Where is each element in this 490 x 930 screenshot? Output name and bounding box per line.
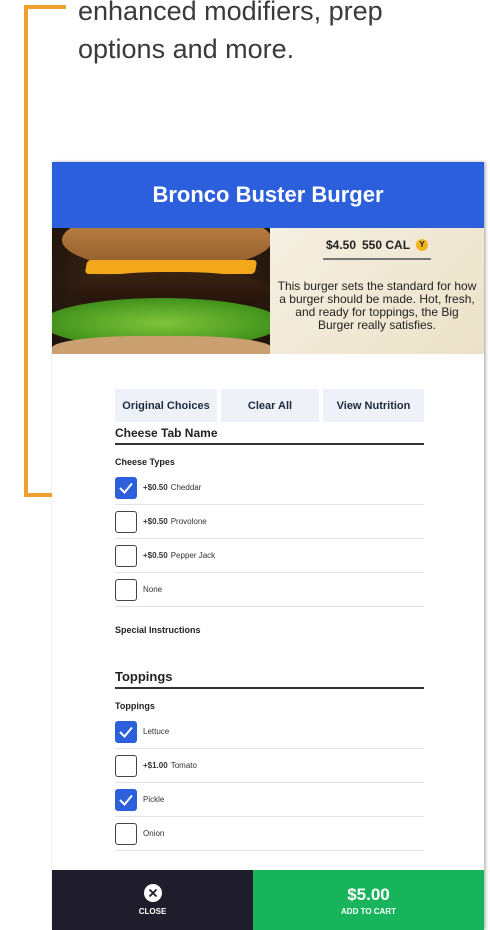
item-info: $4.50 550 CAL Y This burger sets the sta… [270, 228, 484, 354]
special-instructions-label[interactable]: Special Instructions [115, 625, 424, 635]
option-name: Tomato [170, 761, 197, 770]
option-price: +$0.50 [143, 517, 168, 526]
option-price: +$1.00 [143, 761, 168, 770]
option-name: None [143, 585, 163, 594]
add-to-cart-label: ADD TO CART [341, 906, 396, 916]
option-row-tomato[interactable]: +$1.00 Tomato [115, 749, 424, 783]
pepper-jack-checkbox[interactable] [115, 544, 137, 567]
toppings-group-label: Toppings [115, 701, 155, 711]
option-name: Pepper Jack [170, 551, 216, 560]
original-choices-button[interactable]: Original Choices [115, 389, 217, 422]
item-calories: 550 CAL [362, 238, 411, 252]
toppings-section-title: Toppings [115, 669, 424, 689]
item-description: This burger sets the standard for how a … [277, 279, 477, 332]
option-name: Lettuce [143, 727, 170, 736]
checkmark-icon [119, 482, 133, 494]
bottom-bar: CLOSE $5.00 ADD TO CART [52, 870, 484, 930]
onion-checkbox[interactable] [115, 822, 137, 845]
action-row: Original Choices Clear All View Nutritio… [115, 389, 424, 422]
marketing-caption: enhanced modifiers, prep options and mor… [78, 0, 478, 68]
cart-total: $5.00 [347, 884, 390, 904]
option-row-lettuce[interactable]: Lettuce [115, 715, 424, 749]
option-name: Provolone [170, 517, 207, 526]
option-name: Onion [143, 829, 165, 838]
option-name: Cheddar [170, 483, 202, 492]
callout-bracket-line [24, 5, 28, 497]
diet-badge-icon: Y [416, 239, 429, 251]
option-row-none[interactable]: None [115, 573, 424, 607]
close-label: CLOSE [138, 907, 167, 916]
burger-photo [52, 228, 270, 354]
cheese-section-title: Cheese Tab Name [115, 426, 424, 445]
add-to-cart-button[interactable]: $5.00 ADD TO CART [253, 870, 484, 930]
item-title: Bronco Buster Burger [152, 182, 384, 207]
clear-all-button[interactable]: Clear All [221, 389, 319, 422]
callout-bracket-top [24, 5, 66, 9]
option-row-cheddar[interactable]: +$0.50 Cheddar [115, 471, 424, 505]
caption-line-1: enhanced modifiers, prep [78, 0, 383, 26]
checkmark-icon [119, 794, 133, 806]
item-hero: $4.50 550 CAL Y This burger sets the sta… [52, 228, 484, 354]
option-row-onion[interactable]: Onion [115, 817, 424, 851]
cheddar-checkbox[interactable] [115, 476, 137, 499]
modifier-content: Original Choices Clear All View Nutritio… [52, 389, 484, 851]
option-row-pepper-jack[interactable]: +$0.50 Pepper Jack [115, 539, 424, 573]
price-calorie-row: $4.50 550 CAL Y [323, 238, 431, 260]
cheese-group-label: Cheese Types [115, 457, 175, 467]
provolone-checkbox[interactable] [115, 510, 137, 533]
checkmark-icon [119, 726, 133, 738]
tomato-checkbox[interactable] [115, 754, 137, 777]
option-row-provolone[interactable]: +$0.50 Provolone [115, 505, 424, 539]
lettuce-checkbox[interactable] [115, 720, 137, 743]
option-row-pickle[interactable]: Pickle [115, 783, 424, 817]
view-nutrition-button[interactable]: View Nutrition [323, 389, 424, 422]
item-price: $4.50 [325, 238, 356, 252]
kiosk-screen: Bronco Buster Burger $4.50 550 CAL Y Thi… [52, 162, 484, 930]
option-price: +$0.50 [143, 483, 168, 492]
pickle-checkbox[interactable] [115, 788, 137, 811]
item-title-bar: Bronco Buster Burger [52, 162, 484, 228]
option-price: +$0.50 [143, 551, 168, 560]
close-button[interactable]: CLOSE [52, 870, 253, 930]
close-icon [143, 884, 162, 902]
caption-line-2: options and more. [78, 34, 295, 64]
none-checkbox[interactable] [115, 578, 137, 601]
option-name: Pickle [143, 795, 165, 804]
